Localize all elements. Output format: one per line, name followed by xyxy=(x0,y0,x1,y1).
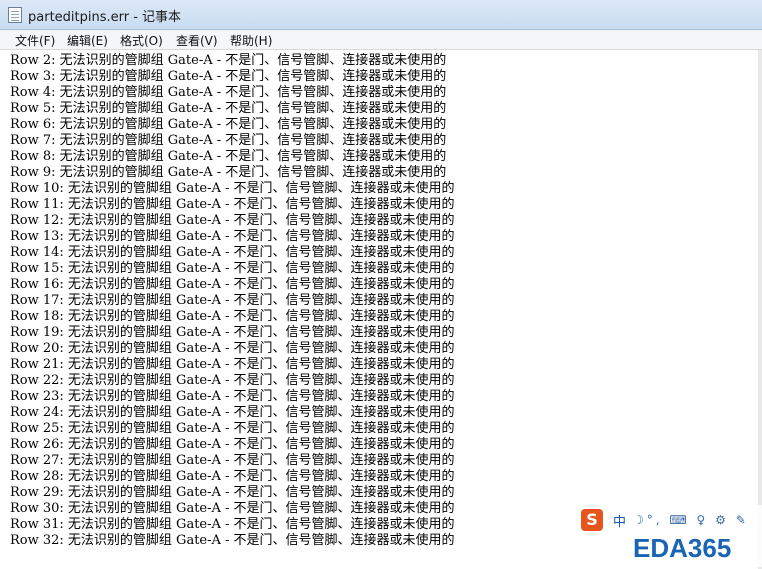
text-line: Row 10: 无法识别的管脚组 Gate-A - 不是门、信号管脚、连接器或未… xyxy=(10,181,455,196)
text-line: Row 13: 无法识别的管脚组 Gate-A - 不是门、信号管脚、连接器或未… xyxy=(10,229,455,244)
text-line: Row 27: 无法识别的管脚组 Gate-A - 不是门、信号管脚、连接器或未… xyxy=(10,453,455,468)
text-line: Row 26: 无法识别的管脚组 Gate-A - 不是门、信号管脚、连接器或未… xyxy=(10,437,455,452)
text-line: Row 17: 无法识别的管脚组 Gate-A - 不是门、信号管脚、连接器或未… xyxy=(10,293,455,308)
window-title: parteditpins.err - 记事本 xyxy=(28,10,182,25)
text-editor[interactable]: Row 2: 无法识别的管脚组 Gate-A - 不是门、信号管脚、连接器或未使… xyxy=(0,50,762,569)
watermark-logo: EDA365 xyxy=(633,533,732,563)
text-line: Row 23: 无法识别的管脚组 Gate-A - 不是门、信号管脚、连接器或未… xyxy=(10,389,455,404)
text-line: Row 18: 无法识别的管脚组 Gate-A - 不是门、信号管脚、连接器或未… xyxy=(10,309,455,324)
text-line: Row 28: 无法识别的管脚组 Gate-A - 不是门、信号管脚、连接器或未… xyxy=(10,469,455,484)
text-line: Row 20: 无法识别的管脚组 Gate-A - 不是门、信号管脚、连接器或未… xyxy=(10,341,455,356)
menu-format[interactable]: 格式(O) xyxy=(117,32,166,49)
text-line: Row 32: 无法识别的管脚组 Gate-A - 不是门、信号管脚、连接器或未… xyxy=(10,533,455,548)
ime-language-label: 中 xyxy=(613,515,627,530)
ime-tool-icons: ☽°, ⌨ ♀ ⚙ ✎ xyxy=(633,513,749,527)
window-edge xyxy=(758,50,762,569)
text-line: Row 19: 无法识别的管脚组 Gate-A - 不是门、信号管脚、连接器或未… xyxy=(10,325,455,340)
text-line: Row 14: 无法识别的管脚组 Gate-A - 不是门、信号管脚、连接器或未… xyxy=(10,245,455,260)
menu-bar: 文件(F) 编辑(E) 格式(O) 查看(V) 帮助(H) xyxy=(0,30,762,50)
text-line: Row 2: 无法识别的管脚组 Gate-A - 不是门、信号管脚、连接器或未使… xyxy=(10,53,447,68)
text-line: Row 12: 无法识别的管脚组 Gate-A - 不是门、信号管脚、连接器或未… xyxy=(10,213,455,228)
text-line: Row 22: 无法识别的管脚组 Gate-A - 不是门、信号管脚、连接器或未… xyxy=(10,373,455,388)
text-line: Row 16: 无法识别的管脚组 Gate-A - 不是门、信号管脚、连接器或未… xyxy=(10,277,455,292)
menu-file[interactable]: 文件(F) xyxy=(12,32,58,49)
text-line: Row 3: 无法识别的管脚组 Gate-A - 不是门、信号管脚、连接器或未使… xyxy=(10,69,447,84)
text-line: Row 11: 无法识别的管脚组 Gate-A - 不是门、信号管脚、连接器或未… xyxy=(10,197,455,212)
text-line: Row 5: 无法识别的管脚组 Gate-A - 不是门、信号管脚、连接器或未使… xyxy=(10,101,447,116)
title-bar: parteditpins.err - 记事本 xyxy=(0,0,762,30)
text-line: Row 15: 无法识别的管脚组 Gate-A - 不是门、信号管脚、连接器或未… xyxy=(10,261,455,276)
watermark: S 中 ☽°, ⌨ ♀ ⚙ ✎ EDA365 xyxy=(577,505,762,567)
text-line: Row 8: 无法识别的管脚组 Gate-A - 不是门、信号管脚、连接器或未使… xyxy=(10,149,447,164)
text-line: Row 24: 无法识别的管脚组 Gate-A - 不是门、信号管脚、连接器或未… xyxy=(10,405,455,420)
ime-logo-icon: S xyxy=(581,509,603,531)
menu-help[interactable]: 帮助(H) xyxy=(227,32,275,49)
text-line: Row 25: 无法识别的管脚组 Gate-A - 不是门、信号管脚、连接器或未… xyxy=(10,421,455,436)
text-line: Row 30: 无法识别的管脚组 Gate-A - 不是门、信号管脚、连接器或未… xyxy=(10,501,455,516)
ime-toolbar: S 中 ☽°, ⌨ ♀ ⚙ ✎ xyxy=(579,507,759,531)
text-line: Row 6: 无法识别的管脚组 Gate-A - 不是门、信号管脚、连接器或未使… xyxy=(10,117,447,132)
text-line: Row 9: 无法识别的管脚组 Gate-A - 不是门、信号管脚、连接器或未使… xyxy=(10,165,447,180)
text-line: Row 21: 无法识别的管脚组 Gate-A - 不是门、信号管脚、连接器或未… xyxy=(10,357,455,372)
text-line: Row 31: 无法识别的管脚组 Gate-A - 不是门、信号管脚、连接器或未… xyxy=(10,517,455,532)
menu-view[interactable]: 查看(V) xyxy=(173,32,221,49)
menu-edit[interactable]: 编辑(E) xyxy=(64,32,111,49)
text-lines: Row 2: 无法识别的管脚组 Gate-A - 不是门、信号管脚、连接器或未使… xyxy=(10,53,455,549)
text-line: Row 7: 无法识别的管脚组 Gate-A - 不是门、信号管脚、连接器或未使… xyxy=(10,133,447,148)
notepad-icon xyxy=(8,7,22,23)
text-line: Row 29: 无法识别的管脚组 Gate-A - 不是门、信号管脚、连接器或未… xyxy=(10,485,455,500)
text-line: Row 4: 无法识别的管脚组 Gate-A - 不是门、信号管脚、连接器或未使… xyxy=(10,85,447,100)
